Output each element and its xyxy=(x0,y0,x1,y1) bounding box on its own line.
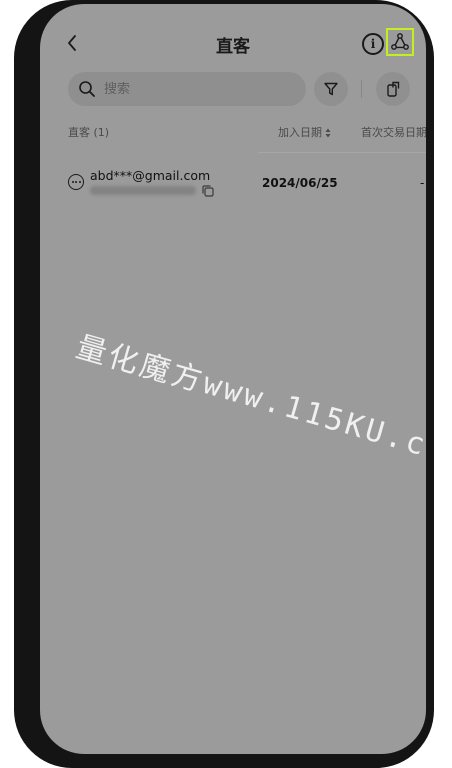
watermark-text: 量化魔方www.115KU.com xyxy=(72,329,426,476)
search-bar[interactable] xyxy=(68,72,306,106)
app-screen: 直客 i 搜索 直客 (1) 加入日期 首次交易日期 abd***@gmail.… xyxy=(40,4,426,754)
filter-icon xyxy=(324,82,338,96)
app-bar: 直客 i xyxy=(40,4,426,68)
first-trade-value: - xyxy=(420,176,425,190)
join-date-value: 2024/06/25 xyxy=(262,176,338,190)
export-icon xyxy=(387,81,400,97)
copy-icon[interactable] xyxy=(201,184,215,198)
phone-frame: 直客 i 搜索 直客 (1) 加入日期 首次交易日期 abd***@gmail.… xyxy=(14,0,434,768)
info-icon: i xyxy=(370,37,376,51)
search-input[interactable] xyxy=(102,80,286,98)
share-icon xyxy=(391,33,409,50)
sort-icon xyxy=(325,128,331,138)
header-divider xyxy=(258,152,426,153)
more-options-icon[interactable] xyxy=(68,174,84,190)
column-header-first-trade[interactable]: 首次交易日期 xyxy=(361,124,426,140)
share-button[interactable] xyxy=(386,28,414,56)
table-header: 直客 (1) 加入日期 首次交易日期 xyxy=(40,124,426,144)
filter-button[interactable] xyxy=(314,72,348,106)
column-header-join-date-label: 加入日期 xyxy=(278,126,322,139)
column-header-join-date[interactable]: 加入日期 xyxy=(278,124,331,140)
search-icon xyxy=(78,80,96,98)
column-header-name: 直客 (1) xyxy=(68,126,110,139)
export-button[interactable] xyxy=(376,72,410,106)
client-email: abd***@gmail.com xyxy=(90,168,211,183)
info-button[interactable]: i xyxy=(362,33,384,55)
toolbar-divider xyxy=(361,80,362,98)
table-row[interactable]: abd***@gmail.com 2024/06/25 - xyxy=(40,164,426,210)
blurred-uid xyxy=(90,186,196,195)
